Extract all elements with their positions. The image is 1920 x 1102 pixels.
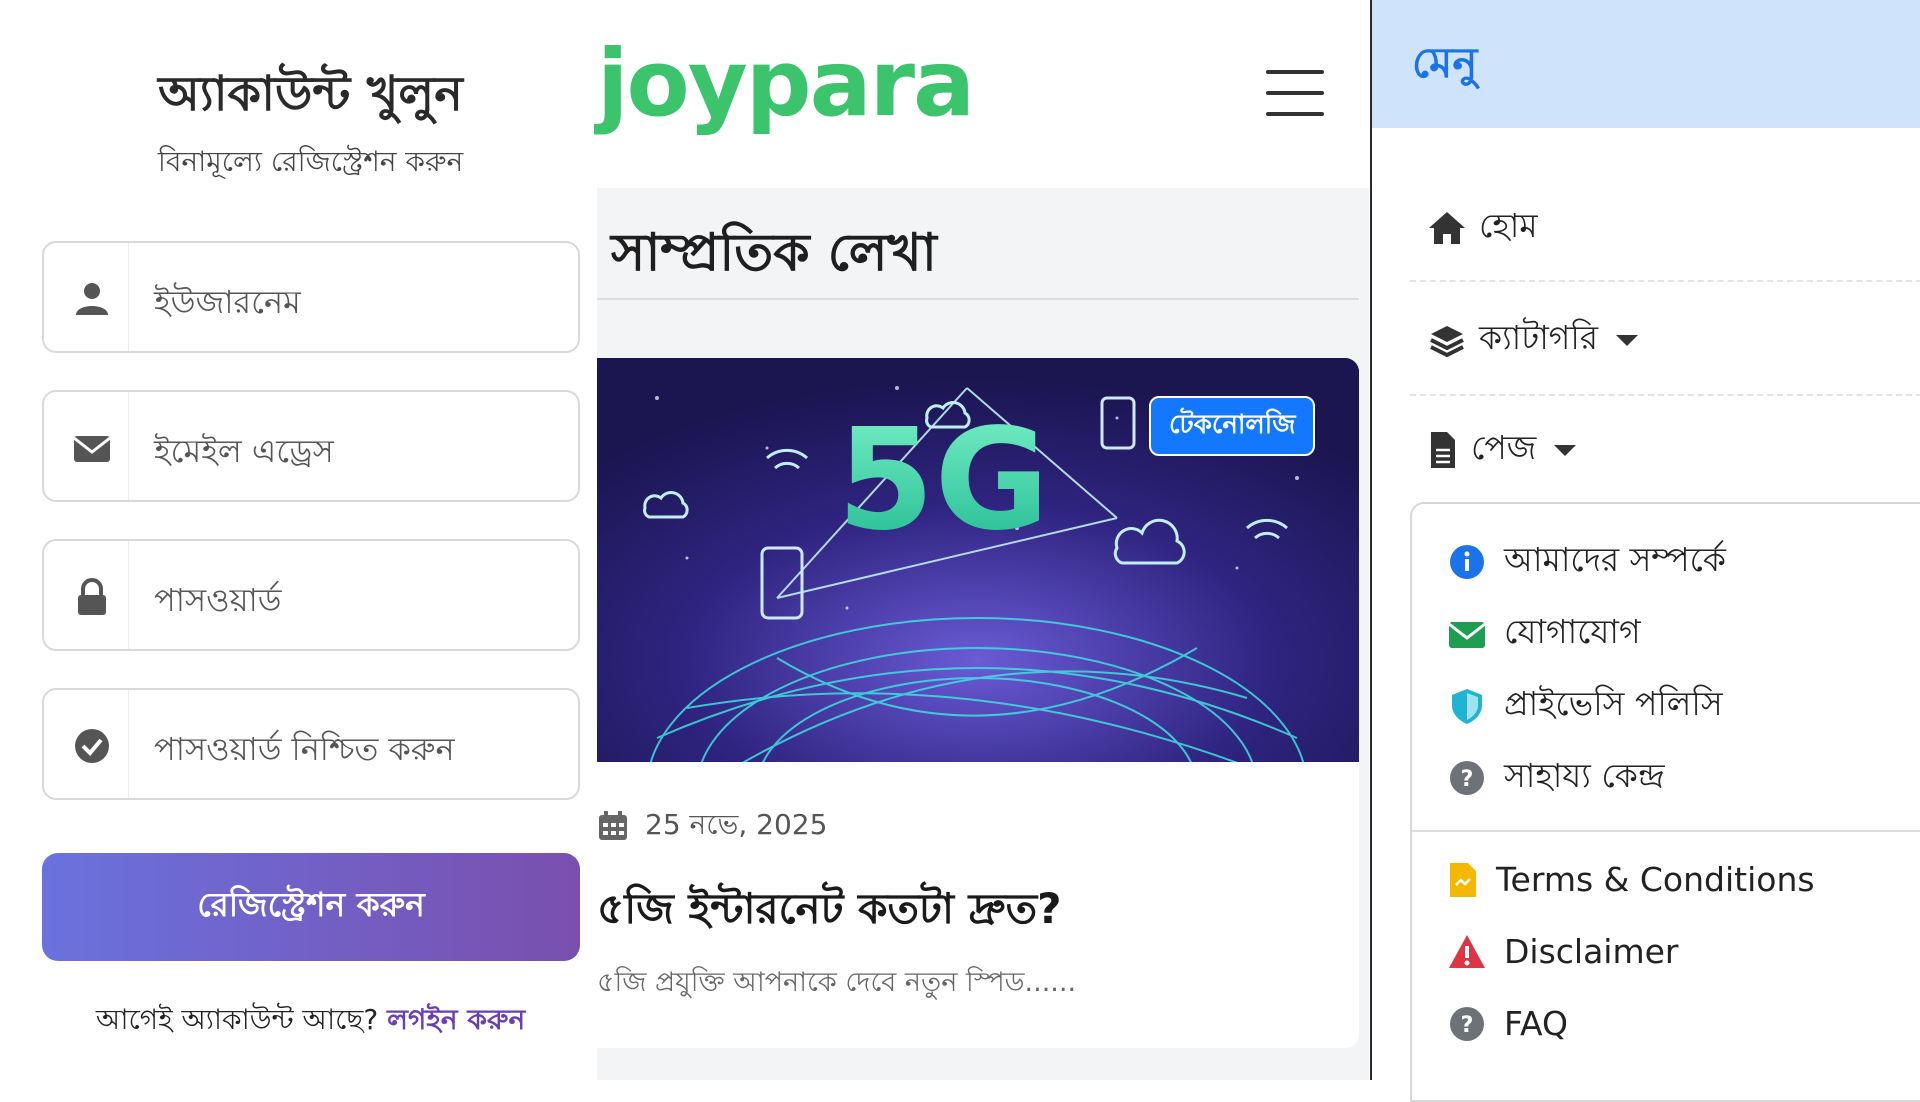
- submenu-label: Terms & Conditions: [1496, 860, 1815, 899]
- password-field[interactable]: পাসওয়ার্ড: [42, 539, 580, 651]
- chevron-down-icon: [1554, 444, 1577, 456]
- menu-item-label: পেজ: [1471, 428, 1537, 467]
- username-field[interactable]: ইউজারনেম: [42, 241, 580, 353]
- submenu-label: আমাদের সম্পর্কে: [1504, 540, 1727, 579]
- svg-text:?: ?: [1461, 1013, 1474, 1038]
- side-menu: মেনু হোম ক্যাটাগরি পেজ আমাদের সম্পর্কে য…: [1370, 0, 1920, 1102]
- svg-text:?: ?: [1461, 767, 1474, 792]
- hamburger-menu-icon[interactable]: [1266, 70, 1324, 116]
- submenu-help[interactable]: ? সাহায্য কেন্দ্র: [1448, 750, 1665, 806]
- blog-panel: joypara সাম্প্রতিক লেখা 5G টেকনোলজি 25 ন…: [597, 0, 1369, 1080]
- info-icon: [1450, 545, 1484, 579]
- register-button[interactable]: রেজিস্ট্রেশন করুন: [42, 853, 580, 961]
- submenu-disclaimer[interactable]: Disclaimer: [1448, 932, 1679, 971]
- envelope-icon: [73, 436, 111, 462]
- home-icon: [1429, 212, 1465, 244]
- post-excerpt: ৫জি প্রযুক্তি আপনাকে দেবে নতুন স্পিড....…: [597, 967, 1077, 998]
- submenu-label: Disclaimer: [1504, 932, 1679, 971]
- menu-item-category[interactable]: ক্যাটাগরি: [1427, 312, 1638, 368]
- submenu-about[interactable]: আমাদের সম্পর্কে: [1448, 534, 1726, 590]
- user-icon: [76, 283, 108, 315]
- menu-item-label: ক্যাটাগরি: [1479, 318, 1598, 357]
- 5g-graphic-text: 5G: [837, 399, 1049, 562]
- site-header: joypara: [597, 0, 1369, 188]
- submenu-divider: [1412, 830, 1920, 832]
- document-icon: [1450, 862, 1476, 897]
- post-title[interactable]: ৫জি ইন্টারনেট কতটা দ্রুত?: [597, 876, 1061, 947]
- menu-header: মেনু: [1372, 0, 1920, 128]
- submenu-contact[interactable]: যোগাযোগ: [1448, 606, 1641, 662]
- envelope-icon: [1448, 622, 1486, 648]
- pages-dropdown: আমাদের সম্পর্কে যোগাযোগ প্রাইভেসি পলিসি …: [1410, 502, 1920, 1102]
- login-prompt-text: আগেই অ্যাকাউন্ট আছে?: [95, 1003, 379, 1036]
- submenu-label: সাহায্য কেন্দ্র: [1504, 756, 1665, 795]
- submenu-label: FAQ: [1504, 1004, 1568, 1043]
- submenu-privacy[interactable]: প্রাইভেসি পলিসি: [1448, 678, 1723, 734]
- submenu-faq[interactable]: ? FAQ: [1448, 1004, 1568, 1043]
- username-placeholder: ইউজারনেম: [154, 283, 301, 321]
- password-placeholder: পাসওয়ার্ড: [154, 581, 282, 619]
- question-icon: ?: [1450, 761, 1484, 795]
- section-divider: [597, 298, 1359, 300]
- site-logo[interactable]: joypara: [597, 30, 975, 137]
- post-card[interactable]: 5G টেকনোলজি 25 নভে, 2025 ৫জি ইন্টারনেট ক…: [597, 358, 1359, 1048]
- chevron-down-icon: [1616, 334, 1638, 346]
- calendar-icon: [599, 811, 627, 840]
- category-badge[interactable]: টেকনোলজি: [1149, 396, 1316, 456]
- post-date: 25 নভে, 2025: [645, 807, 828, 841]
- submenu-label: যোগাযোগ: [1504, 612, 1641, 651]
- menu-item-label: হোম: [1479, 206, 1538, 245]
- submenu-label: প্রাইভেসি পলিসি: [1504, 684, 1723, 723]
- confirm-password-field[interactable]: পাসওয়ার্ড নিশ্চিত করুন: [42, 688, 580, 800]
- file-icon: [1431, 432, 1455, 468]
- submenu-terms[interactable]: Terms & Conditions: [1448, 860, 1815, 899]
- lock-icon: [78, 578, 106, 615]
- layers-icon: [1430, 326, 1464, 358]
- post-thumbnail[interactable]: 5G টেকনোলজি: [597, 358, 1359, 959]
- question-icon: ?: [1450, 1006, 1484, 1041]
- login-prompt: আগেই অ্যাকাউন্ট আছে? লগইন করুন: [0, 998, 621, 1045]
- check-circle-icon: [75, 729, 109, 763]
- email-placeholder: ইমেইল এড্রেস: [154, 432, 334, 470]
- shield-icon: [1452, 689, 1482, 724]
- menu-item-pages[interactable]: পেজ: [1427, 422, 1577, 478]
- post-date-row: 25 নভে, 2025: [597, 806, 827, 846]
- login-link[interactable]: লগইন করুন: [387, 1003, 525, 1036]
- email-field[interactable]: ইমেইল এড্রেস: [42, 390, 580, 502]
- confirm-password-placeholder: পাসওয়ার্ড নিশ্চিত করুন: [154, 730, 455, 768]
- menu-title: মেনু: [1412, 38, 1478, 87]
- warning-icon: [1449, 934, 1485, 968]
- menu-item-home[interactable]: হোম: [1427, 200, 1538, 256]
- section-title: সাম্প্রতিক লেখা: [611, 223, 937, 283]
- registration-subtitle: বিনামূল্যে রেজিস্ট্রেশন করুন: [157, 145, 464, 178]
- registration-title: অ্যাকাউন্ট খুলুন: [158, 66, 463, 122]
- registration-panel: অ্যাকাউন্ট খুলুন বিনামূল্যে রেজিস্ট্রেশন…: [0, 0, 596, 1080]
